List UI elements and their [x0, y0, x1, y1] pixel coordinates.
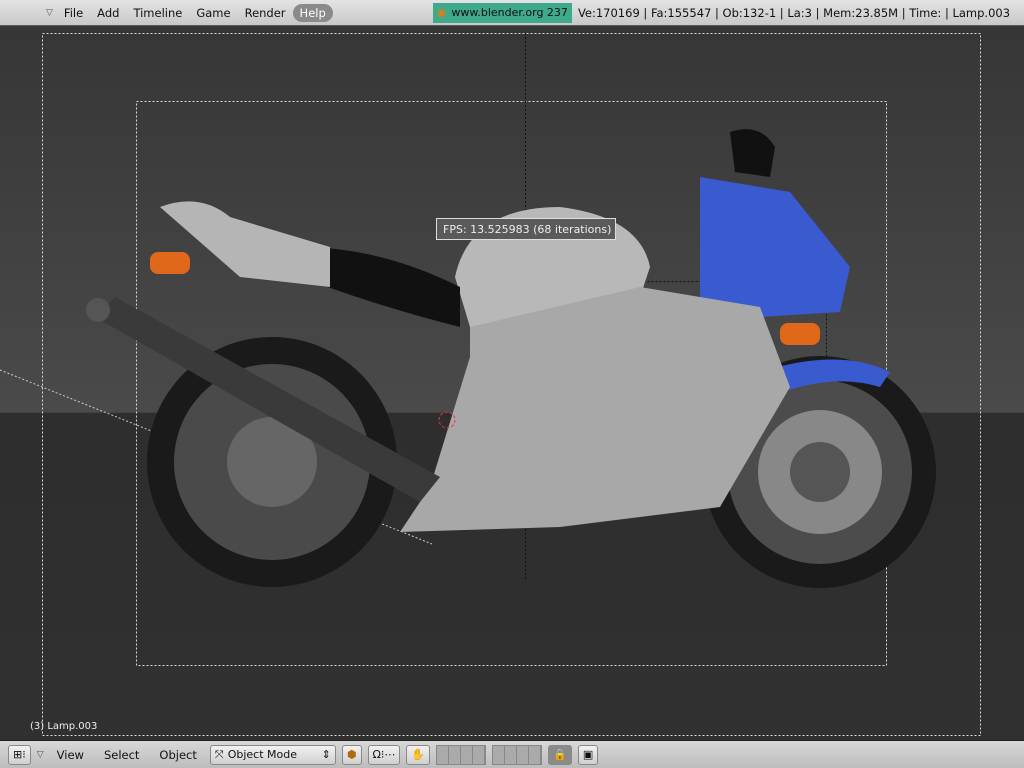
menu-render[interactable]: Render — [238, 4, 293, 22]
magnet-icon: Ω — [372, 748, 381, 761]
lock-layers-button[interactable]: 🔒 — [548, 744, 572, 765]
menu-timeline[interactable]: Timeline — [126, 4, 189, 22]
motorcycle-model — [86, 129, 936, 588]
render-preview-button[interactable]: ▣ — [577, 744, 599, 765]
3d-viewport[interactable]: FPS: 13.525983 (68 iterations) (3) Lamp.… — [0, 27, 1024, 740]
fps-readout: FPS: 13.525983 (68 iterations) — [436, 218, 616, 240]
layer-buttons-1[interactable] — [436, 744, 487, 765]
blender-site-link[interactable]: ◉ www.blender.org 237 — [432, 2, 572, 23]
menu-add[interactable]: Add — [90, 4, 126, 22]
scene-stats: Ve:170169 | Fa:155547 | Ob:132-1 | La:3 … — [577, 5, 1011, 20]
hand-icon: ✋ — [411, 748, 426, 761]
object-mode-icon: ⤧ — [214, 747, 224, 761]
render-scene — [0, 33, 981, 736]
site-label: www.blender.org 237 — [451, 6, 568, 19]
updown-icon: ⇕ — [321, 748, 331, 761]
collapse-triangle-icon[interactable]: ▽ — [37, 750, 44, 760]
snap-grid-icon: ⋯ — [384, 748, 396, 761]
pivot-button[interactable]: ⬢ — [341, 744, 362, 765]
active-object-label: (3) Lamp.003 — [30, 721, 98, 732]
3d-view-header: ⊞ ⁝ ▽ View Select Object ⤧ Object Mode ⇕ ⬢ … — [0, 740, 1024, 768]
menu-view[interactable]: View — [50, 746, 91, 764]
menu-object[interactable]: Object — [152, 746, 203, 764]
image-icon: ▣ — [582, 748, 594, 761]
menu-game[interactable]: Game — [189, 4, 237, 22]
lock-icon: 🔒 — [553, 748, 567, 761]
editor-type-button[interactable]: ⊞ ⁝ — [8, 744, 31, 765]
blender-logo-icon: ◉ — [436, 6, 447, 19]
fairing-blue — [700, 177, 850, 317]
menu-help[interactable]: Help — [292, 3, 333, 22]
menu-file[interactable]: File — [57, 4, 90, 22]
layer-buttons-2[interactable] — [492, 744, 543, 765]
tail — [160, 201, 330, 287]
grid-icon: ⊞ — [13, 748, 23, 761]
collapse-triangle-icon[interactable]: ▽ — [46, 8, 53, 18]
mode-select[interactable]: ⤧ Object Mode ⇕ — [209, 744, 336, 765]
pivot-icon: ⬢ — [346, 748, 357, 761]
snap-button[interactable]: Ω ⁝ ⋯ — [367, 744, 401, 765]
manipulator-button[interactable]: ✋ — [406, 744, 431, 765]
info-header: ▽ File Add Timeline Game Render Help ◉ w… — [0, 0, 1024, 26]
menu-select[interactable]: Select — [97, 746, 146, 764]
mode-label: Object Mode — [227, 748, 297, 761]
